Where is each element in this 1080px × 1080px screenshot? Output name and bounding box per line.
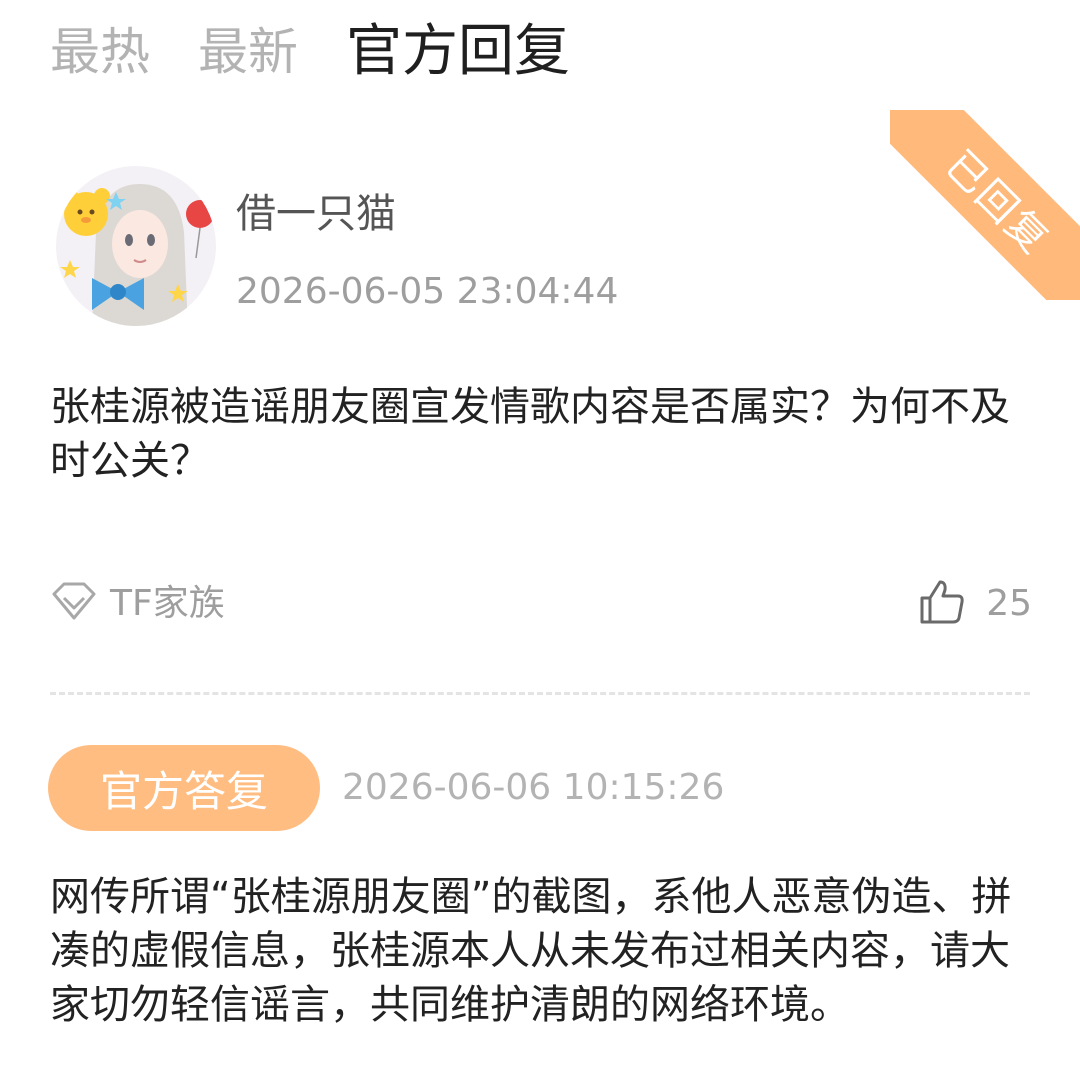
- topic-tag-label: TF家族: [110, 583, 225, 624]
- question-text: 张桂源被造谣朋友圈宣发情歌内容是否属实？为何不及时公关？: [50, 384, 1010, 484]
- avatar[interactable]: [52, 162, 220, 330]
- replied-ribbon-label: 已回复: [890, 110, 1080, 300]
- official-reply-badge: 官方答复: [48, 745, 320, 831]
- reply-timestamp: 2026-06-06 10:15:26: [342, 767, 725, 808]
- official-reply-text: 网传所谓“张桂源朋友圈”的截图，系他人恶意伪造、拼凑的虚假信息，张桂源本人从未发…: [50, 874, 1012, 1028]
- replied-ribbon: 已回复: [890, 110, 1080, 300]
- tab-newest[interactable]: 最新: [198, 14, 298, 90]
- topic-tag[interactable]: TF家族: [50, 576, 225, 632]
- like-count: 25: [986, 583, 1032, 624]
- tab-bar: 最热 最新 官方回复: [50, 14, 618, 90]
- divider: [50, 692, 1030, 695]
- username[interactable]: 借一只猫: [236, 184, 396, 244]
- diamond-icon: [50, 580, 98, 628]
- tab-official-reply[interactable]: 官方回复: [346, 14, 570, 90]
- tab-hottest[interactable]: 最热: [50, 14, 150, 90]
- post-timestamp: 2026-06-05 23:04:44: [236, 271, 619, 312]
- like-button[interactable]: 25: [918, 576, 1032, 632]
- thumbs-up-icon: [918, 578, 966, 630]
